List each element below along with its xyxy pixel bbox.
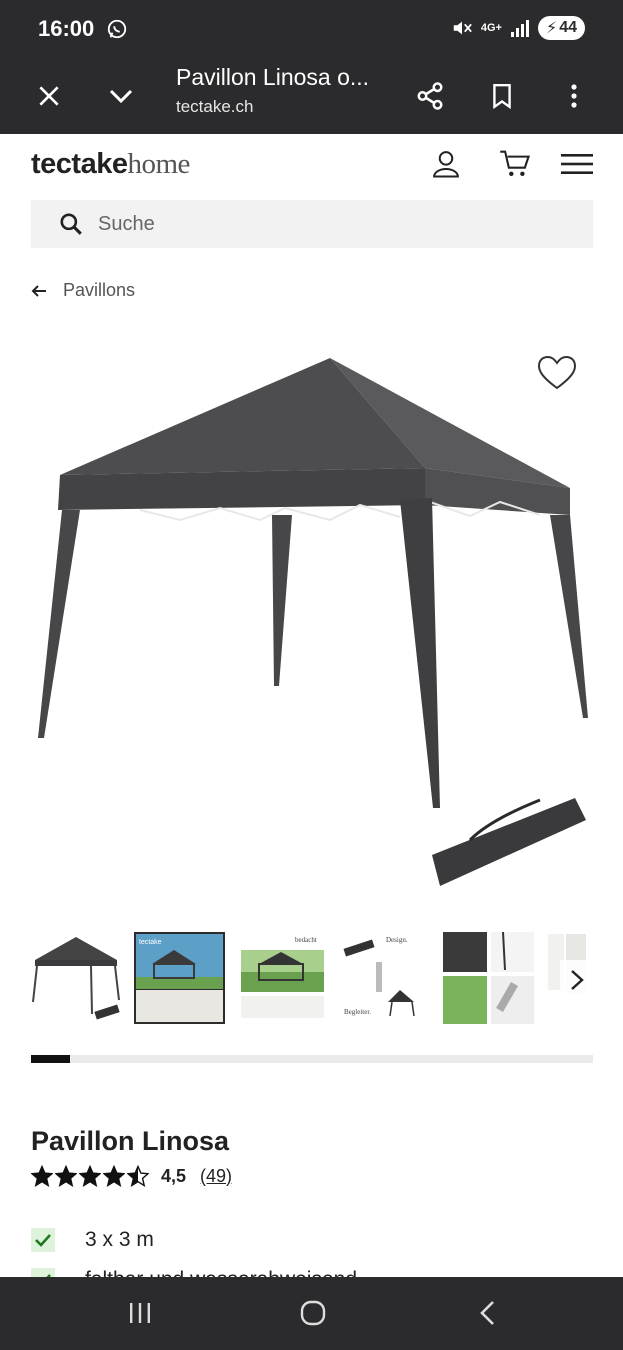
breadcrumb-label[interactable]: Pavillons — [63, 280, 135, 301]
gallery-progress-fill — [31, 1055, 71, 1063]
page-url[interactable]: tectake.ch — [176, 97, 254, 117]
thumb-label-2: bedacht — [295, 936, 317, 944]
logo-light: home — [127, 148, 190, 180]
network-label: 4G+ — [480, 22, 502, 34]
more-icon — [571, 84, 577, 108]
thumbnail-5[interactable] — [443, 932, 534, 1024]
close-icon — [39, 86, 59, 106]
thumbnail-next-button[interactable] — [560, 960, 594, 1000]
thumbnail-4[interactable]: Design. Begleiter. — [340, 932, 431, 1024]
share-button[interactable] — [410, 76, 450, 116]
more-options-button[interactable] — [554, 76, 594, 116]
home-button[interactable] — [293, 1295, 333, 1331]
whatsapp-icon — [107, 19, 127, 39]
system-nav-bar — [0, 1277, 623, 1350]
status-time: 16:00 — [38, 16, 95, 41]
wishlist-heart-icon[interactable] — [537, 355, 577, 391]
user-icon — [433, 151, 459, 178]
feature-item: 3 x 3 m — [31, 1220, 593, 1260]
thumb-label-4: Begleiter. — [344, 1008, 371, 1016]
thumbnail-strip: tectake bedacht Design. Begleiter. — [31, 932, 593, 1028]
battery-icon: ⚡ 44 — [537, 16, 585, 40]
search-input[interactable] — [98, 212, 538, 236]
page-title[interactable]: Pavillon Linosa o... — [176, 64, 369, 91]
thumbnail-1[interactable] — [31, 932, 122, 1024]
product-rating[interactable]: 4,5 (49) — [31, 1165, 232, 1187]
thumb-label-1: tectake — [139, 939, 162, 946]
close-tab-button[interactable] — [29, 76, 69, 116]
cart-icon — [500, 150, 530, 177]
battery-level: 44 — [559, 19, 577, 36]
thumbnail-3[interactable]: bedacht — [237, 932, 328, 1024]
product-image[interactable] — [0, 320, 623, 910]
gallery-progress — [31, 1055, 593, 1063]
breadcrumb[interactable]: Pavillons — [31, 280, 135, 301]
mute-icon — [453, 21, 472, 35]
feature-text: 3 x 3 m — [85, 1228, 154, 1251]
star-icon — [55, 1165, 77, 1187]
star-icon — [127, 1165, 149, 1187]
thumb-label-3: Design. — [386, 936, 408, 944]
thumbnail-2[interactable]: tectake — [134, 932, 225, 1024]
minimize-button[interactable] — [101, 76, 141, 116]
recent-apps-icon — [130, 1303, 150, 1323]
status-icons: 4G+ ⚡ 44 — [451, 16, 585, 40]
recent-apps-button[interactable] — [120, 1295, 160, 1331]
account-button[interactable] — [428, 146, 464, 182]
star-icon — [103, 1165, 125, 1187]
check-icon — [31, 1228, 55, 1252]
logo-bold: tectake — [31, 148, 128, 180]
rating-stars — [31, 1165, 149, 1187]
bookmark-icon — [493, 83, 511, 110]
menu-button[interactable] — [559, 146, 595, 182]
status-bar: 16:00 4G+ ⚡ 44 — [0, 0, 623, 58]
back-icon — [480, 1301, 494, 1325]
star-icon — [79, 1165, 101, 1187]
back-button[interactable] — [468, 1295, 508, 1331]
share-icon — [417, 82, 443, 110]
search-bar[interactable] — [31, 200, 593, 248]
home-icon — [300, 1300, 326, 1326]
bookmark-button[interactable] — [482, 76, 522, 116]
site-logo[interactable]: tectakehome — [31, 148, 190, 181]
cart-button[interactable] — [497, 146, 533, 182]
star-icon — [31, 1165, 53, 1187]
rating-value: 4,5 — [161, 1165, 187, 1186]
chevron-right-icon — [571, 970, 584, 990]
chevron-down-icon — [109, 89, 133, 104]
signal-icon — [510, 20, 529, 37]
menu-icon — [561, 154, 593, 174]
browser-toolbar: Pavillon Linosa o... tectake.ch — [0, 58, 623, 134]
search-icon — [60, 213, 82, 235]
arrow-left-icon — [31, 284, 46, 297]
product-title: Pavillon Linosa — [31, 1126, 230, 1156]
rating-count-link[interactable]: (49) — [200, 1166, 232, 1187]
site-header: tectakehome — [0, 134, 623, 196]
